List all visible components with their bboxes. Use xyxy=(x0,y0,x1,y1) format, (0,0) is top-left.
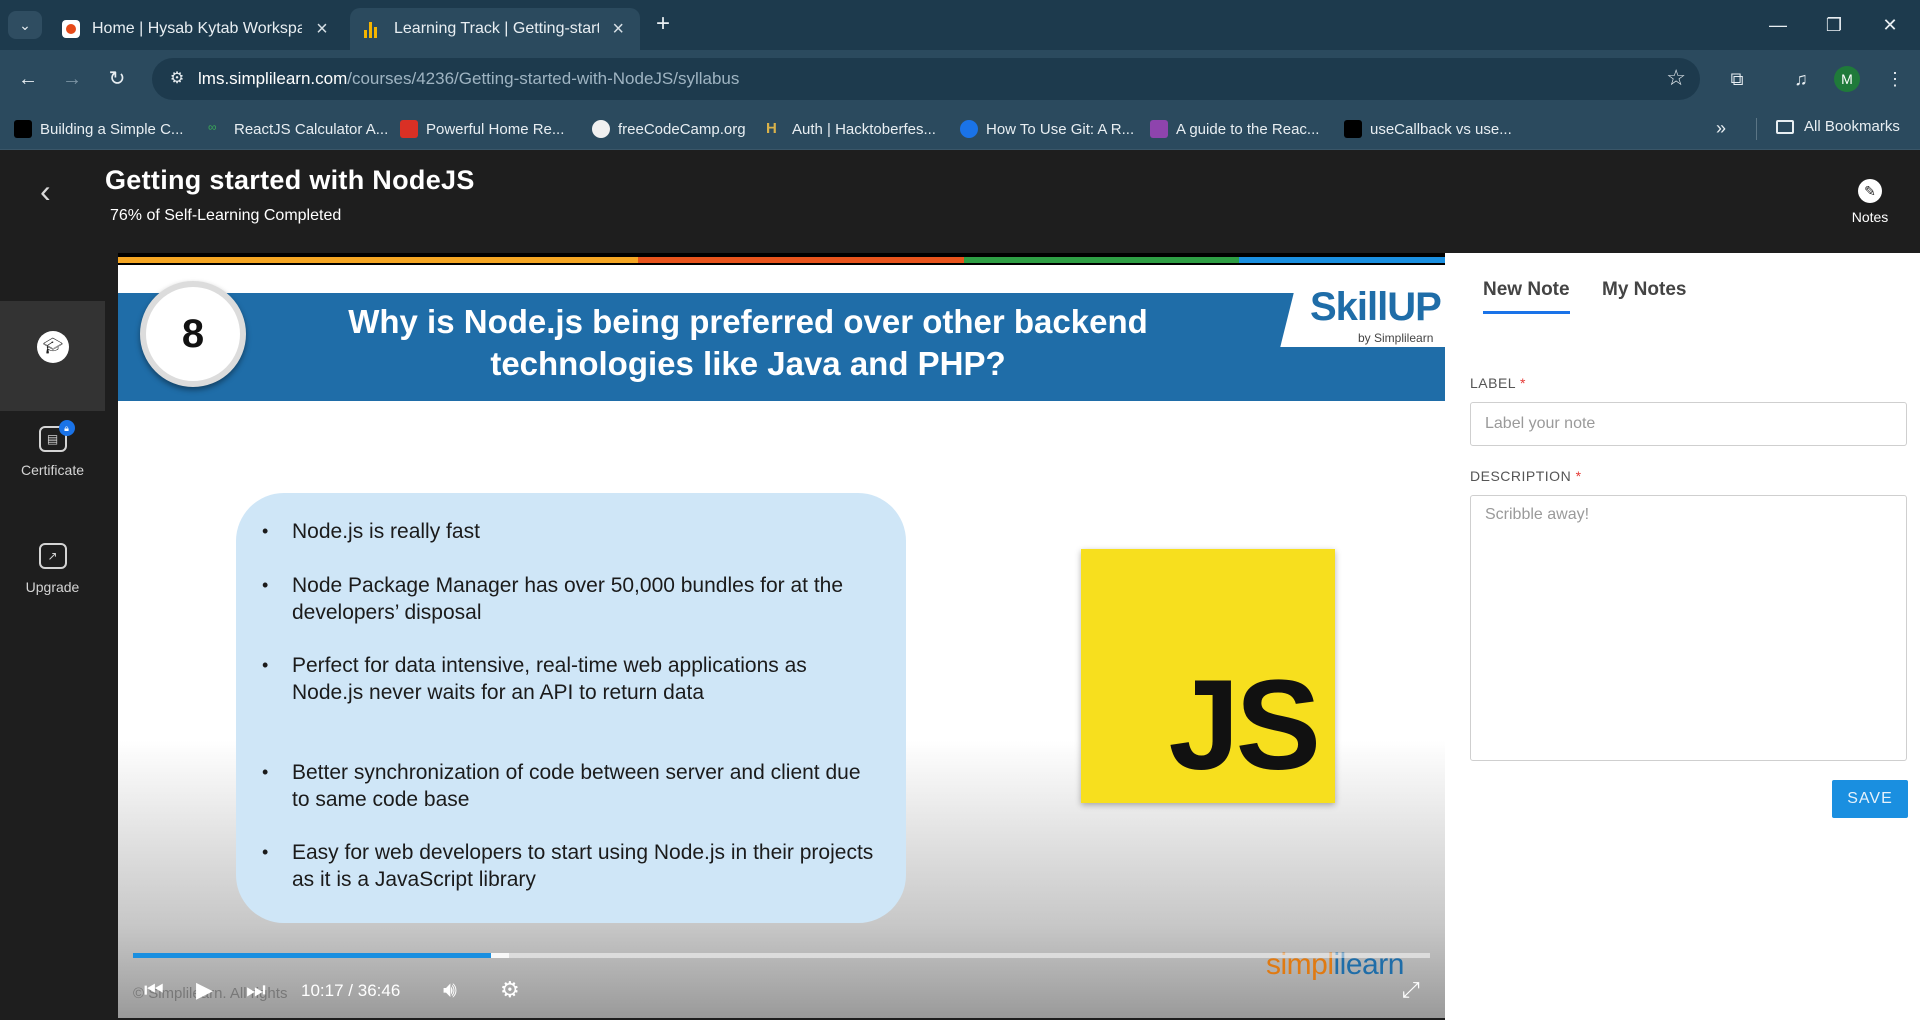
seek-progress xyxy=(133,953,491,958)
tab-my-notes[interactable]: My Notes xyxy=(1602,279,1686,311)
profile-avatar[interactable]: M xyxy=(1834,66,1860,92)
medium-icon xyxy=(1344,120,1362,138)
browser-toolbar: ← → ↻ ⚙ lms.simplilearn.com/courses/4236… xyxy=(0,50,1920,108)
tab-search-chevron-down-icon[interactable]: ⌄ xyxy=(8,11,42,39)
notes-button[interactable]: ✎ Notes xyxy=(1842,179,1898,239)
tab-title: Home | Hysab Kytab Workspace xyxy=(92,20,302,37)
slide-banner: Why is Node.js being preferred over othe… xyxy=(118,293,1445,401)
course-title: Getting started with NodeJS xyxy=(105,165,475,195)
bookmark-item[interactable]: H Auth | Hacktoberfes... xyxy=(766,118,936,140)
save-button[interactable]: SAVE xyxy=(1832,780,1908,818)
bullet-item: Better synchronization of code between s… xyxy=(262,759,882,813)
link-icon: ∞ xyxy=(208,120,217,134)
rocket-icon xyxy=(1150,120,1168,138)
restore-icon[interactable]: ❐ xyxy=(1814,10,1854,40)
hacktoberfest-icon: H xyxy=(766,120,777,137)
bookmark-item[interactable]: useCallback vs use... xyxy=(1344,118,1512,140)
site-icon xyxy=(400,120,418,138)
simplilearn-favicon-icon xyxy=(364,20,382,38)
label-input[interactable] xyxy=(1470,402,1907,446)
sidebar-item-label: Upgrade xyxy=(25,579,80,595)
forward-arrow-icon[interactable]: → xyxy=(58,65,86,93)
notes-label: Notes xyxy=(1851,209,1889,225)
tab-new-note[interactable]: New Note xyxy=(1483,279,1570,314)
seek-bar[interactable] xyxy=(133,953,1430,958)
more-bookmarks-chevron-icon[interactable]: » xyxy=(1716,118,1726,139)
sidebar-item-upgrade[interactable]: ↗ Upgrade xyxy=(0,543,105,595)
video-player[interactable]: Why is Node.js being preferred over othe… xyxy=(118,253,1445,1018)
pencil-icon: ✎ xyxy=(1858,179,1882,203)
bookmark-item[interactable]: freeCodeCamp.org xyxy=(592,118,746,140)
settings-gear-icon[interactable]: ⚙ xyxy=(500,975,520,1005)
tab-hysab[interactable]: Home | Hysab Kytab Workspace × xyxy=(48,8,344,50)
back-chevron-icon[interactable]: ‹ xyxy=(40,171,51,211)
skillup-byline: by Simplilearn xyxy=(1358,331,1434,345)
minimize-icon[interactable]: — xyxy=(1758,10,1798,40)
slide-question: Why is Node.js being preferred over othe… xyxy=(348,303,1148,382)
bullet-item: Node.js is really fast xyxy=(262,518,882,545)
bullet-panel: Node.js is really fast Node Package Mana… xyxy=(236,493,906,923)
sidebar-item-learning[interactable]: 🎓︎ xyxy=(0,301,105,411)
address-bar[interactable]: ⚙ lms.simplilearn.com/courses/4236/Getti… xyxy=(152,58,1700,100)
slide-color-strip xyxy=(118,253,1445,265)
volume-icon[interactable]: 🔊︎ xyxy=(443,975,457,1005)
bookmarks-divider xyxy=(1756,118,1757,140)
bookmark-item[interactable]: How To Use Git: A R... xyxy=(960,118,1134,140)
skip-forward-icon[interactable]: ⏭ xyxy=(246,975,266,1005)
sidebar-item-certificate[interactable]: ▤ 🔒︎ Certificate xyxy=(0,420,105,478)
tab-title: Learning Track | Getting-started xyxy=(394,20,599,37)
bookmark-item[interactable]: ∞ ReactJS Calculator A... xyxy=(208,118,388,140)
course-header: ‹ Getting started with NodeJS 76% of Sel… xyxy=(0,151,1920,251)
slide-number: 8 xyxy=(140,281,246,387)
tab-learning-track[interactable]: Learning Track | Getting-started × xyxy=(350,8,640,50)
reload-icon[interactable]: ↻ xyxy=(103,65,131,93)
browser-tabstrip: ⌄ Home | Hysab Kytab Workspace × Learnin… xyxy=(0,0,1920,50)
bookmark-star-icon[interactable]: ☆ xyxy=(1666,67,1686,89)
javascript-logo: JS xyxy=(1081,549,1335,803)
notes-panel: New Note My Notes LABEL * DESCRIPTION * … xyxy=(1445,253,1920,1020)
bullet-item: Easy for web developers to start using N… xyxy=(262,839,882,893)
extensions-icon[interactable]: ⧉ xyxy=(1722,64,1752,94)
description-field-title: DESCRIPTION * xyxy=(1470,468,1582,484)
graduation-cap-icon: 🎓︎ xyxy=(37,331,69,363)
new-tab-plus-icon[interactable]: + xyxy=(650,12,676,38)
tab-close-icon[interactable]: × xyxy=(312,18,332,41)
fullscreen-icon[interactable]: ⤢ xyxy=(1402,975,1420,1005)
digitalocean-icon xyxy=(960,120,978,138)
upgrade-icon: ↗ xyxy=(38,543,67,569)
bookmark-item[interactable]: A guide to the Reac... xyxy=(1150,118,1319,140)
site-settings-icon[interactable]: ⚙ xyxy=(166,68,188,90)
github-icon xyxy=(592,120,610,138)
all-bookmarks[interactable]: All Bookmarks xyxy=(1776,118,1900,135)
window-close-icon[interactable]: ✕ xyxy=(1870,10,1910,40)
progress-text: 76% of Self-Learning Completed xyxy=(110,207,342,224)
folder-icon xyxy=(1776,119,1794,134)
skip-back-icon[interactable]: ⏮ xyxy=(144,975,164,1005)
bullet-item: Node Package Manager has over 50,000 bun… xyxy=(262,572,882,626)
bookmark-item[interactable]: Powerful Home Re... xyxy=(400,118,564,140)
skillup-logo: SkillUP xyxy=(1310,285,1442,329)
description-input[interactable] xyxy=(1470,495,1907,761)
bullet-item: Perfect for data intensive, real-time we… xyxy=(262,652,882,706)
certificate-icon: ▤ 🔒︎ xyxy=(38,420,75,452)
lms-page: ‹ Getting started with NodeJS 76% of Sel… xyxy=(0,151,1920,1020)
sidebar: 🎓︎ ▤ 🔒︎ Certificate ↗ Upgrade xyxy=(0,251,105,1020)
play-icon[interactable]: ▶ xyxy=(196,975,213,1005)
lock-icon: 🔒︎ xyxy=(58,420,75,436)
tab-close-icon[interactable]: × xyxy=(609,18,628,41)
browser-menu-icon[interactable]: ⋮ xyxy=(1880,64,1910,94)
bookmarks-bar: Building a Simple C... ∞ ReactJS Calculat… xyxy=(0,108,1920,150)
label-field-title: LABEL * xyxy=(1470,375,1526,391)
back-arrow-icon[interactable]: ← xyxy=(14,65,42,93)
bookmark-item[interactable]: Building a Simple C... xyxy=(14,118,183,140)
media-control-icon[interactable]: ♫ xyxy=(1786,64,1816,94)
medium-icon xyxy=(14,120,32,138)
sidebar-item-label: Certificate xyxy=(20,462,85,478)
url-text: lms.simplilearn.com/courses/4236/Getting… xyxy=(198,69,740,88)
hysab-favicon-icon xyxy=(62,20,80,38)
time-display: 10:17 / 36:46 xyxy=(301,981,401,1000)
